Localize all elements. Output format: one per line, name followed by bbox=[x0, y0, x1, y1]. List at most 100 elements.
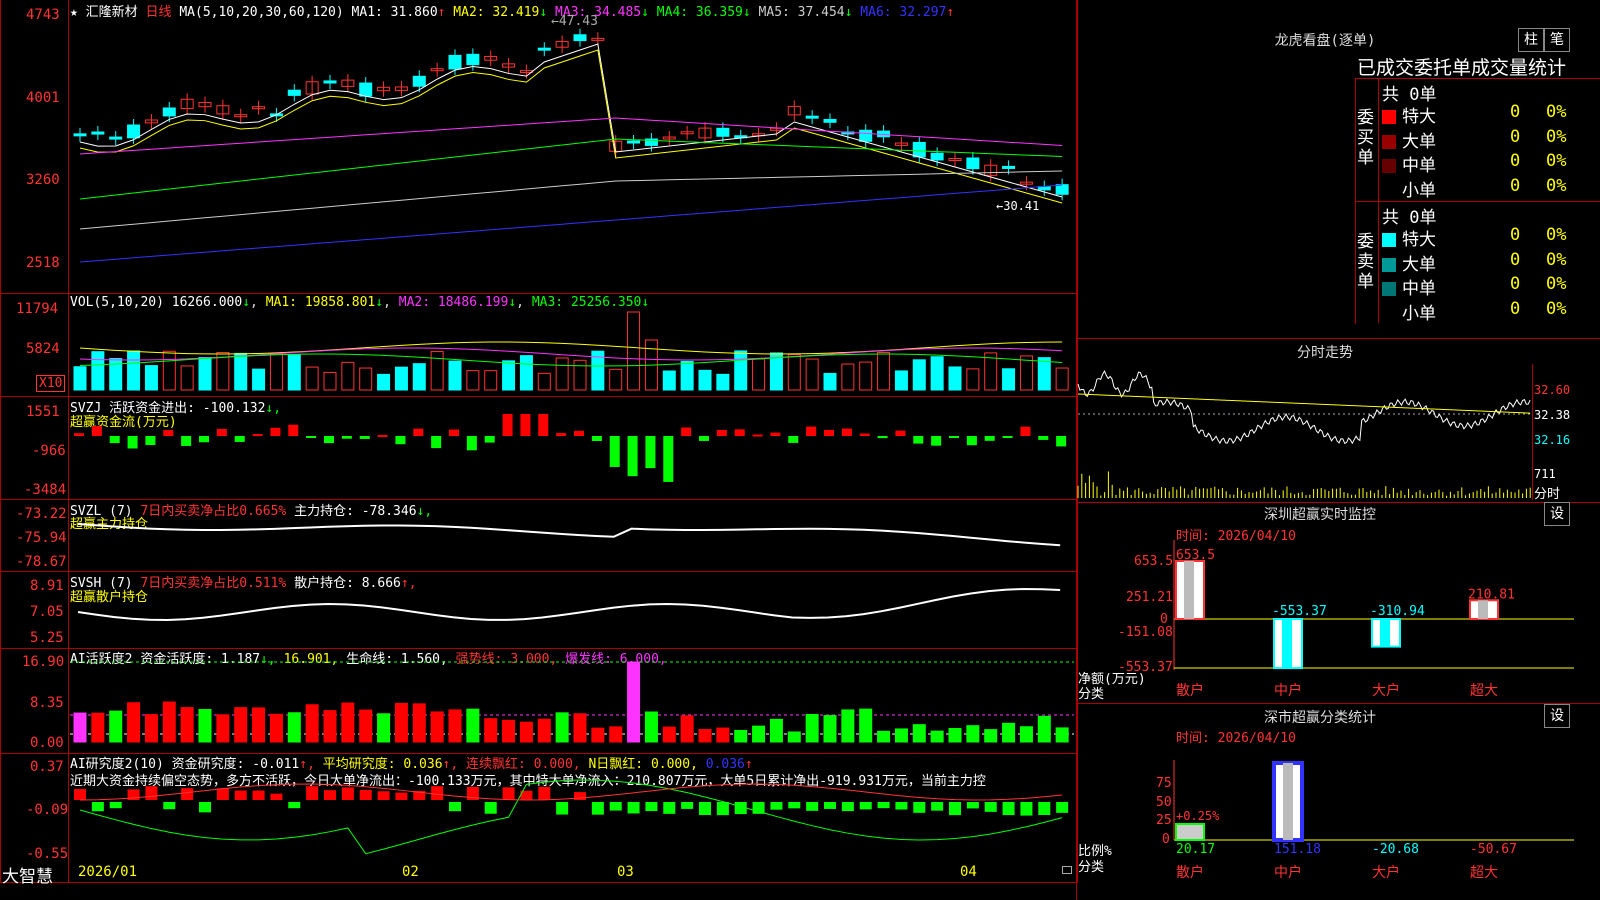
activity-bar bbox=[912, 724, 926, 743]
flow-bar bbox=[199, 436, 209, 443]
research-bar bbox=[91, 802, 104, 812]
vol-bar bbox=[502, 360, 516, 391]
candle bbox=[1055, 184, 1069, 195]
flow-bar bbox=[966, 436, 977, 446]
flow-bar bbox=[74, 433, 84, 436]
vol-bar bbox=[394, 366, 408, 391]
intraday-chart[interactable] bbox=[1077, 364, 1532, 500]
research-bar bbox=[199, 802, 211, 813]
activity-bar bbox=[823, 715, 837, 743]
stats-value-label: 151.18 bbox=[1274, 842, 1321, 857]
candle bbox=[859, 129, 873, 142]
activity-bar bbox=[698, 729, 712, 743]
ai-active-axis-label: 16.90 bbox=[22, 654, 65, 670]
vol-bar bbox=[841, 363, 855, 391]
activity-bar bbox=[573, 713, 587, 743]
row-pct: 0% bbox=[1546, 126, 1567, 147]
activity-bar bbox=[412, 703, 426, 743]
activity-bar bbox=[877, 730, 891, 743]
row-count: 0 bbox=[1510, 102, 1521, 122]
sz-stats-axis: 75 bbox=[1156, 776, 1172, 791]
kline-chart[interactable] bbox=[70, 14, 1074, 290]
activity-bar bbox=[305, 704, 319, 743]
activity-bar bbox=[734, 729, 748, 743]
research-bar bbox=[145, 786, 158, 800]
activity-bar bbox=[519, 721, 533, 743]
sz-stats-chart[interactable]: 20.17 散户 151.18 中户 -20.68 大户 -50.67 超大 +0.25% bbox=[1173, 760, 1574, 898]
vol-bar bbox=[323, 371, 337, 391]
flow-bar bbox=[431, 436, 442, 449]
row-count: 0 bbox=[1510, 151, 1521, 171]
vol-bar bbox=[537, 372, 551, 391]
activity-bar bbox=[323, 710, 337, 743]
sz-monitor-chart[interactable]: 653.5 散户 -553.37 中户 -310.94 大户 210.81 超大 bbox=[1173, 540, 1574, 700]
ai-active-chart[interactable] bbox=[70, 660, 1074, 750]
svzj-axis-label: 1551 bbox=[26, 404, 60, 420]
sz-monitor-xlabel: 分类 bbox=[1078, 687, 1105, 702]
research-bar bbox=[484, 802, 497, 814]
ai-research-axis-label: -0.55 bbox=[26, 846, 69, 862]
research-bar bbox=[752, 802, 765, 814]
stats-bar-shade bbox=[1283, 763, 1293, 840]
stats-top-label: +0.25% bbox=[1176, 809, 1220, 823]
vol-bar bbox=[269, 353, 283, 391]
vol-header: VOL(5,10,20) 16266.000↓, MA1: 19858.801↓… bbox=[70, 295, 650, 310]
candle bbox=[573, 34, 587, 42]
research-bar bbox=[824, 802, 836, 809]
flow-bar bbox=[324, 436, 334, 444]
candle bbox=[323, 80, 337, 84]
vol-bar bbox=[1037, 357, 1051, 391]
ai-research-chart[interactable] bbox=[70, 779, 1074, 860]
activity-bar bbox=[1055, 727, 1069, 743]
sell-label: 委卖单 bbox=[1357, 232, 1374, 292]
vol-chart[interactable] bbox=[70, 310, 1074, 391]
research-bar bbox=[306, 786, 319, 800]
flow-bar bbox=[574, 430, 584, 436]
sz-stats-settings-button[interactable]: 设 bbox=[1544, 704, 1570, 728]
vol-bar bbox=[377, 373, 391, 391]
vol-bar bbox=[341, 361, 355, 391]
dragon-row: 中单 0 0% bbox=[1382, 151, 1598, 176]
flow-bar bbox=[502, 414, 513, 436]
activity-bar bbox=[644, 711, 658, 743]
candle bbox=[73, 133, 87, 137]
vol-bar bbox=[359, 367, 373, 391]
svzl-chart[interactable] bbox=[70, 516, 1074, 570]
research-bar bbox=[984, 802, 997, 812]
candle bbox=[162, 107, 176, 117]
lock-icon[interactable] bbox=[1062, 866, 1072, 874]
date-axis-label: 04 bbox=[960, 864, 977, 880]
svzl-axis-label: -75.94 bbox=[16, 530, 67, 546]
research-bar bbox=[859, 802, 872, 810]
svsh-chart[interactable] bbox=[70, 582, 1074, 646]
flow-bar bbox=[145, 436, 156, 446]
flow-bar bbox=[1020, 426, 1031, 436]
flow-bar bbox=[1038, 436, 1049, 440]
color-swatch bbox=[1382, 183, 1396, 198]
vol-bar bbox=[680, 360, 694, 391]
research-bar bbox=[841, 802, 854, 812]
vol-bar bbox=[859, 361, 873, 391]
activity-bar bbox=[537, 718, 551, 743]
research-bar bbox=[1020, 802, 1033, 816]
vol-bar bbox=[823, 372, 837, 391]
sz-monitor-settings-button[interactable]: 设 bbox=[1544, 502, 1570, 526]
research-bar bbox=[216, 788, 229, 800]
flow-bar bbox=[681, 427, 692, 436]
activity-bar bbox=[716, 727, 730, 743]
ai-active-axis-label: 8.35 bbox=[30, 695, 64, 711]
bar-mode-button[interactable]: 柱 bbox=[1518, 28, 1544, 52]
candle bbox=[930, 152, 944, 161]
activity-bar bbox=[555, 712, 569, 743]
dragon-row: 特大 0 0% bbox=[1382, 225, 1598, 250]
svzj-chart[interactable] bbox=[70, 400, 1074, 496]
monitor-value-label: 210.81 bbox=[1468, 587, 1515, 602]
research-bar bbox=[502, 787, 515, 800]
stats-value-label: -20.68 bbox=[1372, 842, 1419, 857]
activity-bar bbox=[269, 713, 283, 743]
tick-mode-button[interactable]: 笔 bbox=[1544, 28, 1570, 52]
left-axis-divider bbox=[68, 0, 69, 882]
row-pct: 0% bbox=[1546, 274, 1567, 294]
flow-bar bbox=[556, 433, 567, 436]
color-swatch bbox=[1382, 159, 1396, 173]
